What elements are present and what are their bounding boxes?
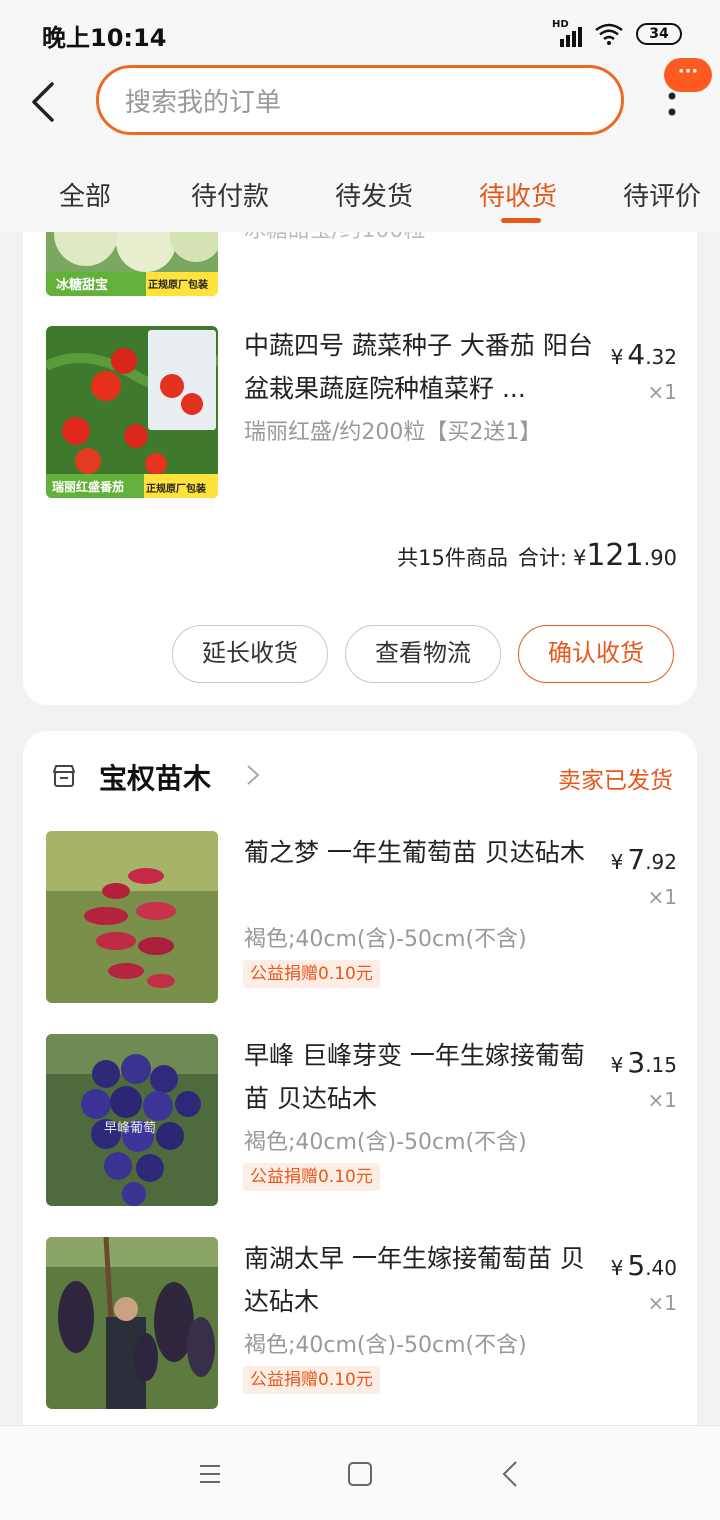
- price-decimal: .32: [645, 345, 677, 369]
- item-quantity: ×1: [647, 1088, 677, 1112]
- charity-badge: 公益捐赠0.10元: [243, 1163, 380, 1191]
- view-logistics-button[interactable]: 查看物流: [345, 625, 501, 683]
- item-price: ¥5.40: [611, 1249, 677, 1282]
- currency-symbol: ¥: [610, 345, 624, 369]
- item-count: 共15件商品: [397, 546, 508, 570]
- price-integer: 5: [627, 1249, 646, 1282]
- product-image-grape-3[interactable]: [46, 1237, 218, 1409]
- image-caption: 瑞丽红盛番茄: [52, 480, 125, 494]
- item-sku: 褐色;40cm(含)-50cm(不含): [244, 1130, 527, 1155]
- more-button[interactable]: ···: [654, 58, 714, 122]
- currency-symbol: ¥: [610, 850, 624, 874]
- tab-all[interactable]: 全部: [59, 176, 111, 213]
- charity-badge: 公益捐赠0.10元: [243, 960, 380, 988]
- product-image-tomato[interactable]: 瑞丽红盛番茄 正规原厂包装: [46, 326, 218, 498]
- currency-symbol: ¥: [572, 546, 587, 570]
- price-integer: 4: [627, 338, 646, 371]
- active-tab-indicator: [501, 218, 541, 223]
- status-icons: HD 34: [552, 19, 682, 48]
- product-image-grape-2[interactable]: 早峰葡萄: [46, 1034, 218, 1206]
- tab-pending-payment[interactable]: 待付款: [191, 176, 269, 213]
- price-decimal: .92: [645, 850, 677, 874]
- tab-pending-shipment[interactable]: 待发货: [335, 176, 413, 213]
- tab-pending-receipt[interactable]: 待收货: [479, 176, 557, 213]
- order-status: 卖家已发货: [558, 768, 673, 794]
- order-tabs: 全部 待付款 待发货 待收货 待评价: [0, 162, 720, 232]
- wifi-icon: [595, 23, 623, 45]
- total-integer: 121: [586, 538, 644, 573]
- item-title[interactable]: 南湖太早 一年生嫁接葡萄苗 贝达砧木: [244, 1237, 594, 1323]
- item-price: ¥7.92: [611, 843, 677, 876]
- extend-receipt-button[interactable]: 延长收货: [172, 625, 328, 683]
- total-label: 合计:: [517, 546, 567, 570]
- item-sku: 褐色;40cm(含)-50cm(不含): [244, 1333, 527, 1358]
- confirm-receipt-button[interactable]: 确认收货: [518, 625, 674, 683]
- price-integer: 7: [627, 843, 646, 876]
- menu-icon[interactable]: [192, 1456, 228, 1492]
- shop-icon: [53, 765, 75, 787]
- price-decimal: .15: [645, 1053, 677, 1077]
- total-decimal: .90: [643, 546, 677, 570]
- system-nav-bar: [0, 1425, 720, 1520]
- more-icon: [668, 92, 676, 116]
- back-arrow-icon[interactable]: [28, 80, 60, 124]
- status-time: 晚上10:14: [42, 24, 167, 52]
- currency-symbol: ¥: [610, 1053, 624, 1077]
- order-summary: 共15件商品 合计: ¥ 121 .90: [397, 538, 677, 573]
- image-tag: 正规原厂包装: [148, 280, 208, 291]
- image-caption: 早峰葡萄: [104, 1121, 157, 1136]
- item-sku: 瑞丽红盛/约200粒【买2送1】: [244, 420, 542, 445]
- tab-pending-review[interactable]: 待评价: [623, 176, 701, 213]
- search-input[interactable]: 搜索我的订单: [96, 65, 624, 135]
- price-integer: 3: [627, 1046, 646, 1079]
- image-caption: 冰糖甜宝: [56, 278, 109, 293]
- item-quantity: ×1: [647, 885, 677, 909]
- currency-symbol: ¥: [610, 1256, 624, 1280]
- item-sku: 褐色;40cm(含)-50cm(不含): [244, 927, 527, 952]
- search-placeholder: 搜索我的订单: [125, 87, 282, 118]
- item-quantity: ×1: [647, 380, 677, 404]
- more-badge: ···: [664, 58, 712, 92]
- item-title[interactable]: 中蔬四号 蔬菜种子 大番茄 阳台盆栽果蔬庭院种植菜籽 ...: [244, 324, 594, 410]
- top-bar: 晚上10:14 HD 34 搜索我的订单 ··· 全部 待付款 待发货 待收货 …: [0, 0, 720, 232]
- shop-name[interactable]: 宝权苗木: [99, 757, 211, 797]
- price-decimal: .40: [645, 1256, 677, 1280]
- item-title[interactable]: 葡之梦 一年生葡萄苗 贝达砧木: [244, 831, 594, 874]
- item-title[interactable]: 早峰 巨峰芽变 一年生嫁接葡萄苗 贝达砧木: [244, 1034, 594, 1120]
- item-quantity: ×1: [647, 1291, 677, 1315]
- order-card-1: 冰糖甜宝 正规原厂包装 冰糖甜宝/约100粒 瑞丽红盛番茄 正规原厂包装 中蔬四…: [23, 200, 697, 705]
- back-icon[interactable]: [494, 1456, 530, 1492]
- charity-badge: 公益捐赠0.10元: [243, 1366, 380, 1394]
- image-tag: 正规原厂包装: [146, 484, 206, 495]
- battery-icon: 34: [636, 23, 682, 45]
- item-price: ¥3.15: [611, 1046, 677, 1079]
- header: 搜索我的订单 ···: [0, 58, 720, 142]
- order-card-2: 宝权苗木 卖家已发货 葡之梦 一年生葡萄苗 贝达砧木 褐色;40cm(含)-50…: [23, 731, 697, 1451]
- shop-header[interactable]: 宝权苗木 卖家已发货: [23, 731, 697, 821]
- battery-level: 34: [649, 26, 669, 42]
- status-bar: 晚上10:14 HD 34: [0, 0, 720, 66]
- chevron-right-icon: [247, 765, 260, 785]
- product-image-grape-1[interactable]: [46, 831, 218, 1003]
- signal-icon: HD: [552, 19, 582, 47]
- item-price: ¥4.32: [611, 338, 677, 371]
- home-icon[interactable]: [342, 1456, 378, 1492]
